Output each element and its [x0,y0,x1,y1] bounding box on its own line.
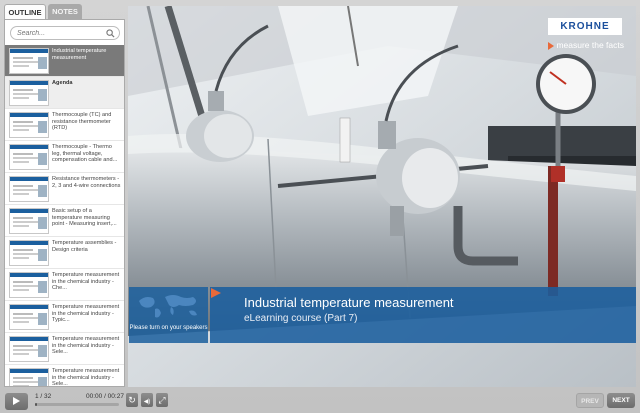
search-input[interactable] [17,28,105,39]
slide-thumbnail [9,208,49,234]
course-subtitle: eLearning course (Part 7) [244,313,358,324]
outline-item-label: Temperature assemblies - Design criteria [52,240,117,253]
outline-item[interactable]: Thermocouple - Thermo leg, thermal volta… [5,141,124,173]
progress-fill [35,403,37,406]
outline-item-label: Industrial temperature measurement [52,48,107,61]
volume-icon: ◀) [143,399,151,405]
tab-outline[interactable]: OUTLINE [4,4,46,20]
prev-button[interactable]: PREV [576,393,604,408]
outline-item[interactable]: Agenda [5,77,124,109]
outline-item[interactable]: Temperature measurement in the chemical … [5,269,124,301]
arrow-icon [548,41,555,50]
outline-panel: Industrial temperature measurement Agenda… [4,19,125,387]
elearning-player: OUTLINE NOTES Industrial temperature mea… [0,0,640,413]
outline-item[interactable]: Temperature assemblies - Design criteria [5,237,124,269]
slide-thumbnail [9,112,49,138]
course-title: Industrial temperature measurement [244,295,454,310]
outline-item-label: Thermocouple - Thermo leg, thermal volta… [52,144,118,164]
outline-item[interactable]: Temperature measurement in the chemical … [5,333,124,365]
time-display: 00:00 / 00:27 [86,393,124,400]
sidebar-tabs: OUTLINE NOTES [4,4,125,20]
next-button[interactable]: NEXT [607,393,635,408]
search-box [10,26,120,40]
slide-counter: 1 / 32 [35,393,52,400]
replay-button[interactable]: ↻ [126,393,138,407]
speaker-notice-text: Please turn on your speakers [129,325,208,331]
play-arrow-icon [211,288,221,298]
brand-tagline: measure the facts [514,40,624,50]
outline-item[interactable]: Industrial temperature measurement [5,45,124,77]
outline-item-label: Agenda [52,80,73,86]
volume-button[interactable]: ◀) [141,393,153,407]
outline-item-label: Temperature measurement in the chemical … [52,272,120,292]
slide-thumbnail [9,368,49,386]
replay-icon: ↻ [128,395,136,405]
slide-thumbnail [9,304,49,330]
slide-thumbnail [9,80,49,106]
slide-thumbnail [9,144,49,170]
outline-list: Industrial temperature measurement Agenda… [5,45,124,387]
tab-notes[interactable]: NOTES [48,4,82,20]
outline-item[interactable]: Temperature measurement in the chemical … [5,301,124,333]
progress-bar[interactable] [35,403,119,406]
slide-thumbnail [9,336,49,362]
slide-thumbnail [9,272,49,298]
slide-thumbnail [9,176,49,202]
outline-item-label: Temperature measurement in the chemical … [52,304,120,324]
outline-item[interactable]: Temperature measurement in the chemical … [5,365,124,387]
fullscreen-icon: ⤢ [158,395,166,405]
outline-item-label: Temperature measurement in the chemical … [52,368,120,387]
search-icon[interactable] [106,29,115,38]
brand-name: KROHNE [548,18,622,35]
world-map-icon [139,295,197,318]
outline-item[interactable]: Thermocouple (TC) and resistance thermom… [5,109,124,141]
speaker-notice: Please turn on your speakers [129,287,208,343]
outline-item-label: Basic setup of a temperature measuring p… [52,208,117,228]
slide-stage: KROHNE measure the facts Please turn on … [128,6,636,387]
play-button[interactable] [5,393,28,410]
tagline-text: measure the facts [556,40,624,50]
slide-thumbnail [9,240,49,266]
outline-item-label: Temperature measurement in the chemical … [52,336,120,356]
title-banner: Industrial temperature measurement eLear… [210,287,636,343]
fullscreen-button[interactable]: ⤢ [156,393,168,407]
slide-thumbnail [9,48,49,74]
player-controls: 1 / 32 00:00 / 00:27 ↻ ◀) ⤢ PREV NEXT [0,390,640,413]
outline-item[interactable]: Resistance thermometers - 2, 3 and 4-wir… [5,173,124,205]
sidebar: OUTLINE NOTES Industrial temperature mea… [4,4,125,387]
krohne-logo: KROHNE measure the facts [514,18,624,52]
outline-item-label: Thermocouple (TC) and resistance thermom… [52,112,112,132]
outline-item-label: Resistance thermometers - 2, 3 and 4-wir… [52,176,121,189]
outline-item[interactable]: Basic setup of a temperature measuring p… [5,205,124,237]
